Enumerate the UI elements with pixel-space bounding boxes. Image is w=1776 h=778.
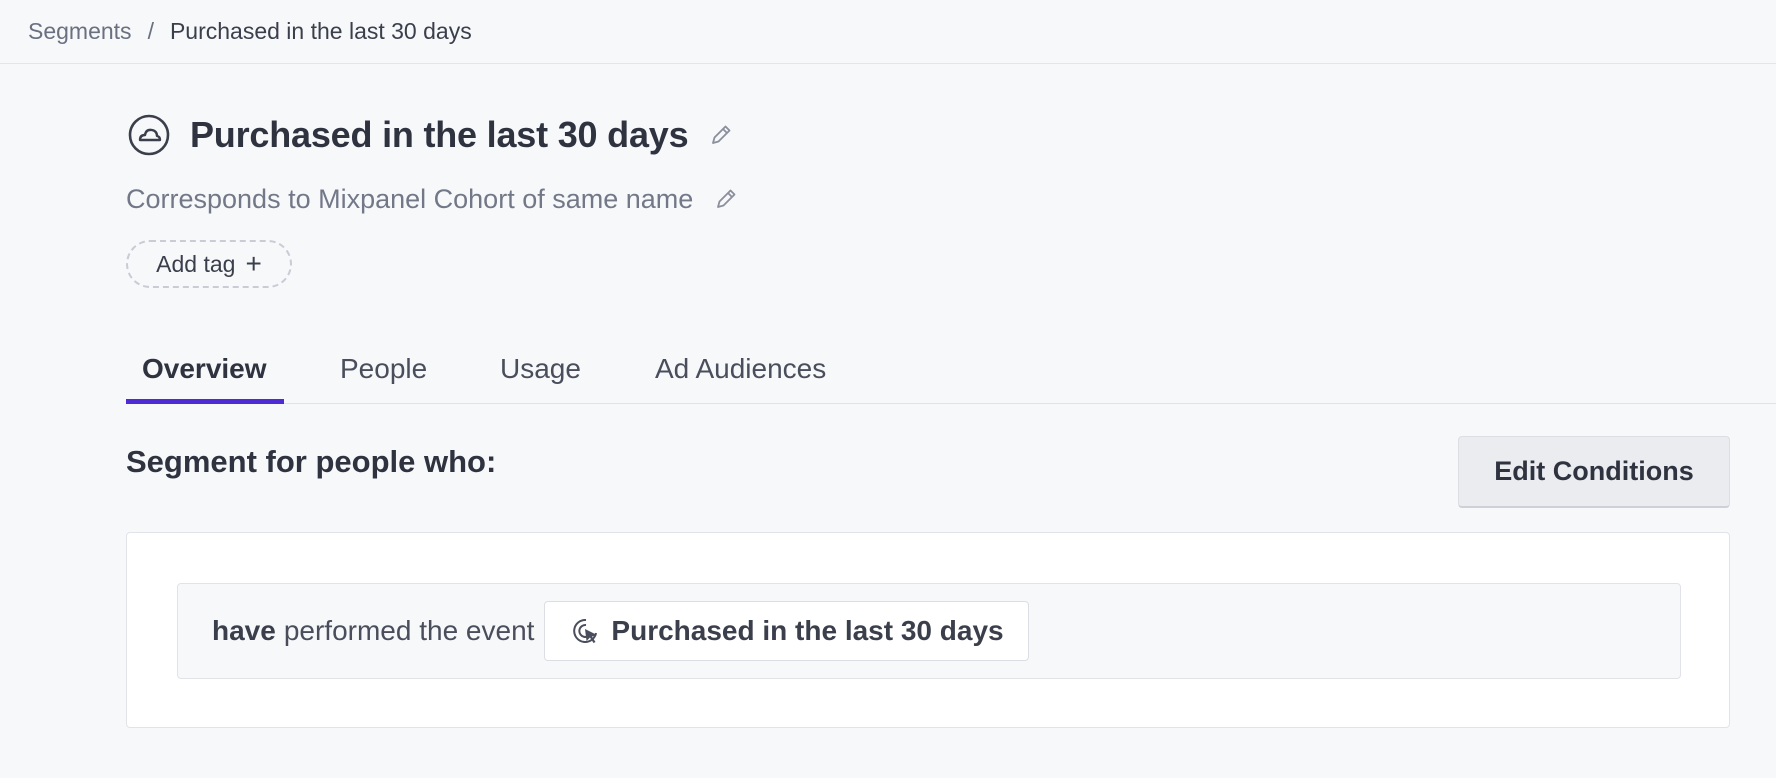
title-row: Purchased in the last 30 days (126, 108, 734, 162)
event-name: Purchased in the last 30 days (611, 615, 1004, 646)
edit-description-pencil-icon[interactable] (713, 186, 739, 212)
add-tag-label: Add tag (156, 250, 236, 277)
condition-row: have performed the event Purchased in th… (177, 583, 1681, 679)
tab-usage[interactable]: Usage (500, 334, 581, 404)
breadcrumb-current: Purchased in the last 30 days (169, 18, 472, 44)
description-row: Corresponds to Mixpanel Cohort of same n… (126, 178, 739, 220)
edit-title-pencil-icon[interactable] (708, 122, 734, 148)
plus-icon: + (245, 248, 262, 279)
conditions-card: have performed the event Purchased in th… (126, 532, 1730, 728)
tab-bar: Overview People Usage Ad Audiences (126, 334, 1776, 404)
breadcrumb-separator: / (147, 18, 154, 44)
active-tab-indicator (126, 399, 284, 404)
page-title: Purchased in the last 30 days (190, 114, 689, 155)
breadcrumb: Segments / Purchased in the last 30 days (0, 0, 1776, 64)
tab-overview[interactable]: Overview (142, 334, 267, 404)
segment-cloud-icon (128, 114, 170, 156)
edit-conditions-button[interactable]: Edit Conditions (1458, 436, 1730, 508)
event-cursor-icon (573, 618, 598, 643)
tab-people[interactable]: People (340, 334, 427, 404)
condition-verb: performed the event (283, 615, 535, 646)
add-tag-button[interactable]: Add tag + (126, 240, 292, 288)
tab-ad-audiences[interactable]: Ad Audiences (655, 334, 826, 404)
event-pill[interactable]: Purchased in the last 30 days (544, 601, 1029, 661)
segment-description: Corresponds to Mixpanel Cohort of same n… (126, 183, 694, 214)
breadcrumb-segments-link[interactable]: Segments (28, 18, 132, 45)
conditions-heading: Segment for people who: (126, 444, 497, 479)
condition-qualifier: have (212, 615, 276, 646)
